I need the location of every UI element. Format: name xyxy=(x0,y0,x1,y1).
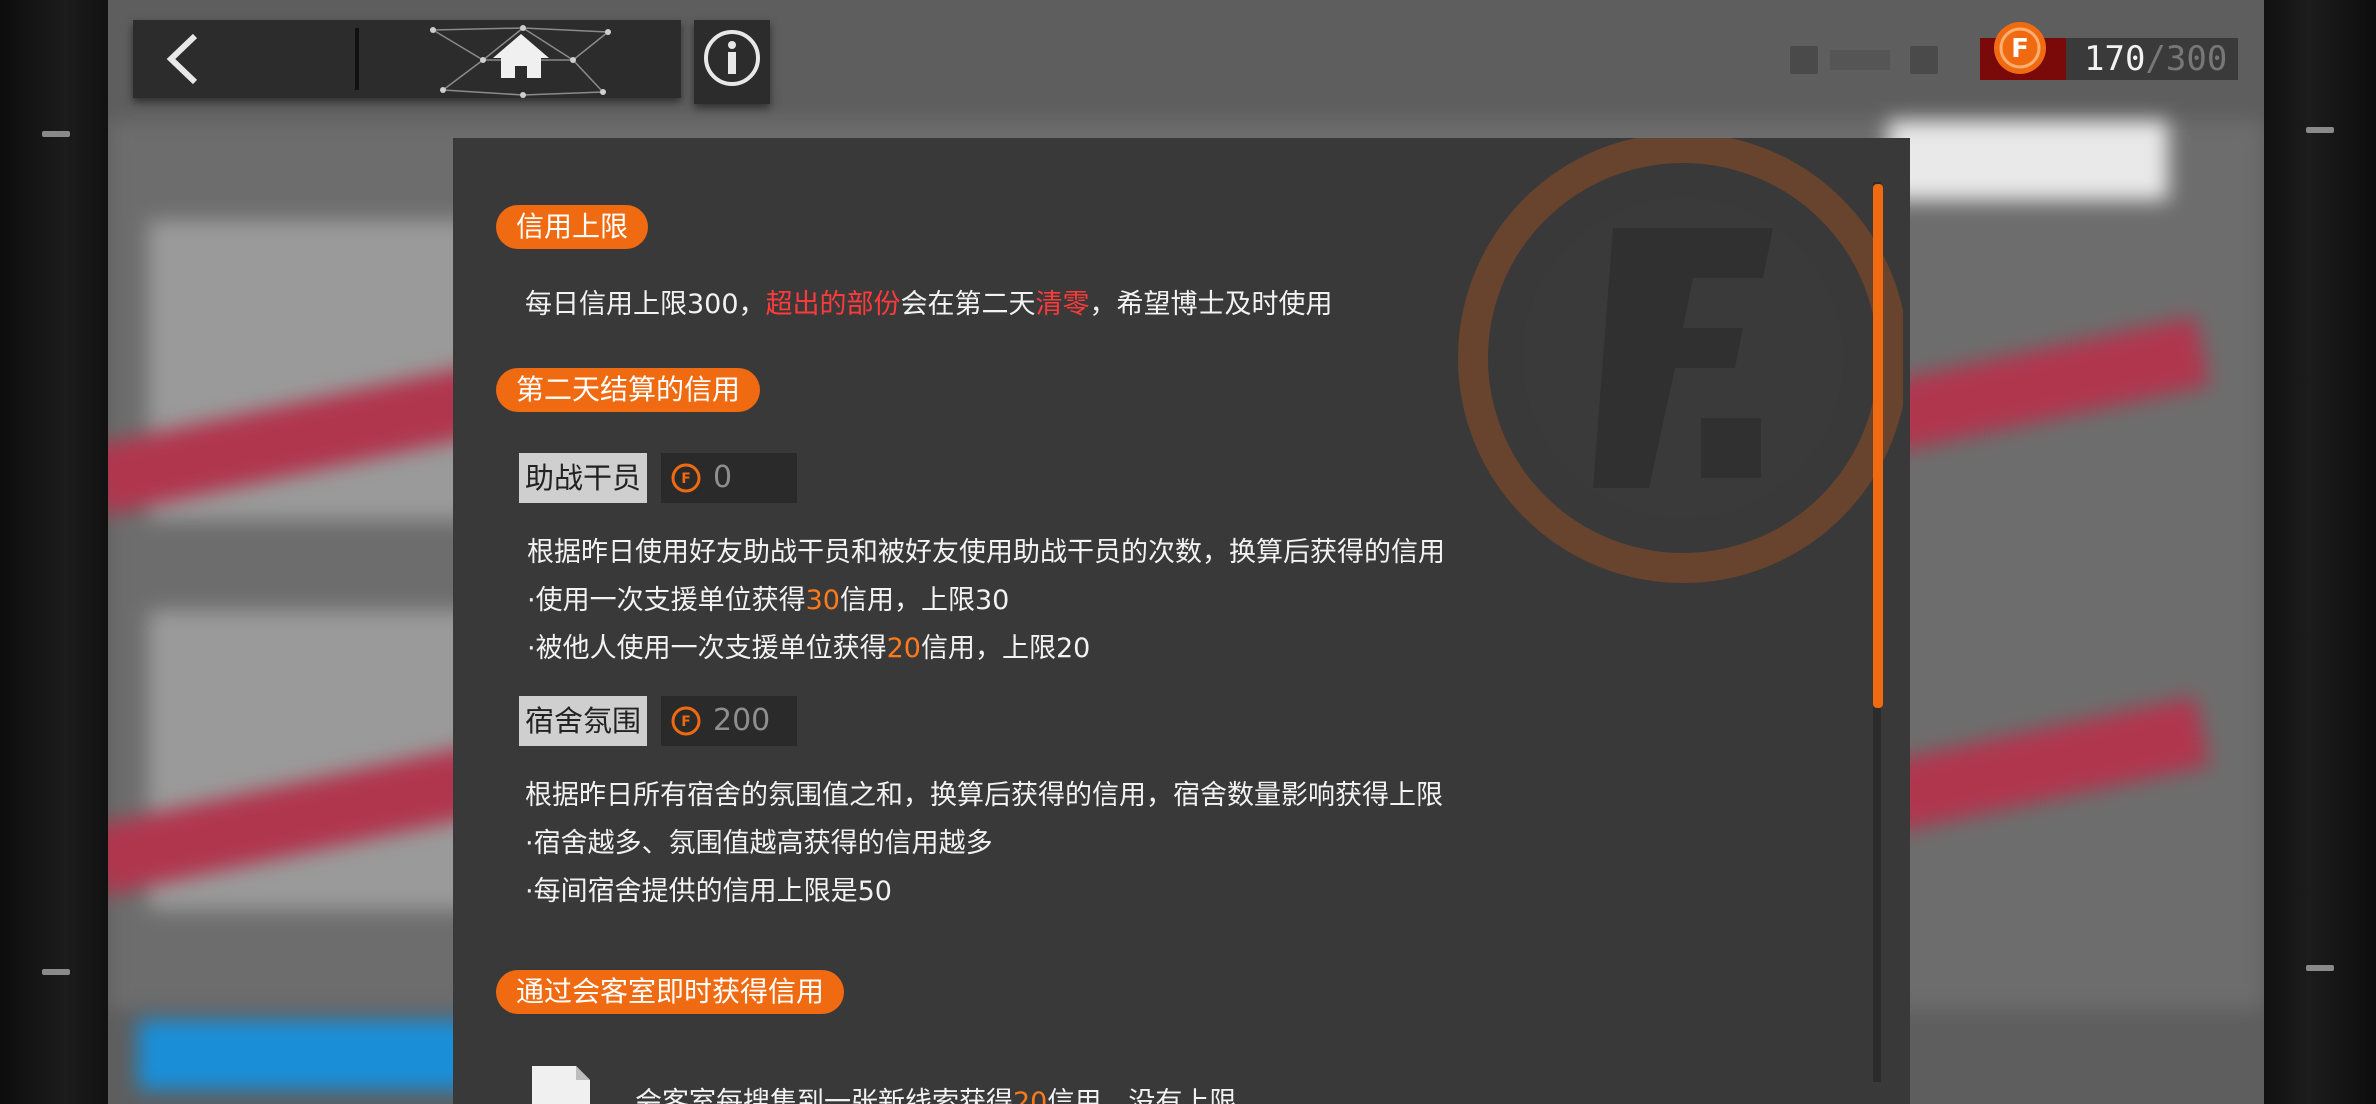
reception-text-a: 会客室每搜集到一张新线索获得 xyxy=(635,1087,1013,1104)
top-nav-bar xyxy=(133,20,681,98)
credit-limit-desc: 每日信用上限300，超出的部份会在第二天清零，希望博士及时使用 xyxy=(525,282,1333,321)
dorm-bullet-1: ·宿舍越多、氛围值越高获得的信用越多 xyxy=(525,828,993,859)
dorm-bullet-2: ·每间宿舍提供的信用上限是50 xyxy=(525,876,892,907)
info-button[interactable] xyxy=(694,20,770,104)
back-button[interactable] xyxy=(133,20,353,98)
assist-operator-tag: 助战干员 F 0 xyxy=(519,453,797,503)
assist-b1-num: 30 xyxy=(805,585,840,616)
assist-b2-num: 20 xyxy=(886,633,921,664)
dimmed-header-icons xyxy=(1790,46,1938,74)
assist-operator-value-box: F 0 xyxy=(661,453,797,503)
info-icon xyxy=(704,30,760,86)
assist-b1-b: 信用，上限30 xyxy=(839,585,1010,616)
dorm-ambience-value: 200 xyxy=(713,703,771,738)
assist-operator-value: 0 xyxy=(713,460,733,495)
chevron-left-icon xyxy=(166,33,198,85)
svg-text:F: F xyxy=(2011,34,2029,64)
document-icon xyxy=(532,1066,590,1104)
credit-separator: / xyxy=(2145,39,2166,79)
limit-text-c: ，希望博士及时使用 xyxy=(1089,289,1333,320)
credit-watermark-icon xyxy=(1458,138,1903,583)
credit-coin-icon: F xyxy=(671,463,701,493)
assist-b2-b: 信用，上限20 xyxy=(920,633,1091,664)
assist-b2-a: ·被他人使用一次支援单位获得 xyxy=(527,633,887,664)
credit-current: 170 xyxy=(2084,39,2146,79)
reception-desc: 会客室每搜集到一张新线索获得20信用，没有上限 xyxy=(635,1080,1236,1104)
section-title-credit-limit: 信用上限 xyxy=(496,205,649,249)
assist-operator-label: 助战干员 xyxy=(519,453,648,503)
credit-amount: 170/300 xyxy=(2084,39,2227,79)
scrollbar-thumb[interactable] xyxy=(1873,184,1883,708)
credit-coin-icon: F xyxy=(671,706,701,736)
credit-info-panel[interactable]: 信用上限 每日信用上限300，超出的部份会在第二天清零，希望博士及时使用 第二天… xyxy=(453,138,1910,1104)
left-bezel xyxy=(0,0,108,1104)
credit-coin-icon: F xyxy=(1994,22,2046,74)
limit-text-red2: 清零 xyxy=(1035,289,1090,320)
nav-divider xyxy=(355,28,359,90)
limit-text-red1: 超出的部份 xyxy=(765,289,901,320)
dorm-ambience-tag: 宿舍氛围 F 200 xyxy=(519,696,797,746)
svg-text:F: F xyxy=(681,471,691,487)
credit-counter: F 170/300 xyxy=(1980,22,2238,80)
limit-text-a: 每日信用上限300， xyxy=(525,289,766,320)
svg-text:F: F xyxy=(681,714,691,730)
section-title-next-day: 第二天结算的信用 xyxy=(496,368,761,412)
credit-max: 300 xyxy=(2165,39,2228,79)
dorm-ambience-value-box: F 200 xyxy=(661,696,797,746)
assist-b1-a: ·使用一次支援单位获得 xyxy=(527,585,806,616)
assist-bullet-2: ·被他人使用一次支援单位获得20信用，上限20 xyxy=(527,626,1090,665)
reception-num: 20 xyxy=(1013,1087,1048,1104)
dorm-desc: 根据昨日所有宿舍的氛围值之和，换算后获得的信用，宿舍数量影响获得上限 xyxy=(525,780,1443,811)
home-icon xyxy=(493,34,549,78)
section-title-reception: 通过会客室即时获得信用 xyxy=(496,970,845,1014)
right-bezel xyxy=(2264,0,2376,1104)
reception-text-b: 信用，没有上限 xyxy=(1047,1087,1237,1104)
home-button[interactable] xyxy=(423,20,619,98)
limit-text-b: 会在第二天 xyxy=(900,289,1036,320)
assist-desc: 根据昨日使用好友助战干员和被好友使用助战干员的次数，换算后获得的信用 xyxy=(527,537,1445,568)
assist-bullet-1: ·使用一次支援单位获得30信用，上限30 xyxy=(527,578,1009,617)
dorm-ambience-label: 宿舍氛围 xyxy=(519,696,648,746)
